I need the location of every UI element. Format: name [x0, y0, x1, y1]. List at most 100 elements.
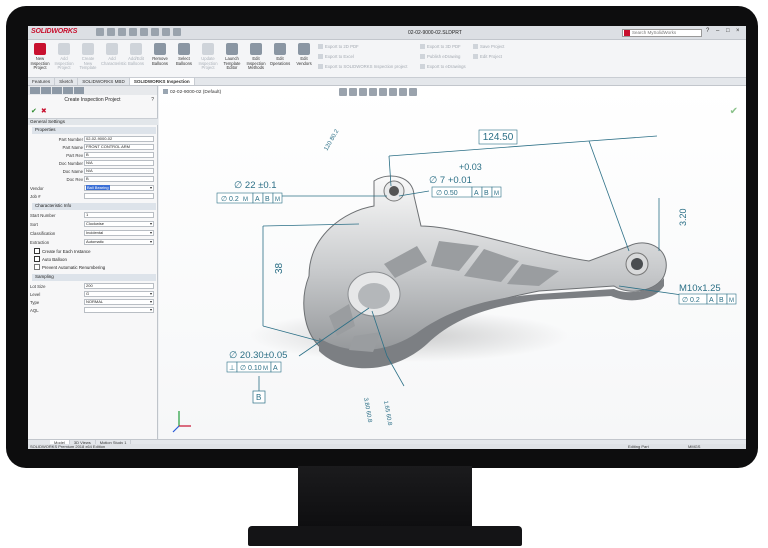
edit-vendors-button[interactable]: Edit Vendors: [293, 43, 315, 66]
part-number-input[interactable]: 02-02-9000-02: [84, 136, 154, 142]
chevron-down-icon: ▾: [149, 307, 152, 312]
part-rev-input[interactable]: B: [84, 152, 154, 158]
quick-access-toolbar: [96, 28, 181, 36]
field-job: Job #: [28, 193, 158, 200]
export-sw-inspection-button[interactable]: Export to SOLIDWORKS Inspection project: [318, 64, 407, 69]
general-settings-section[interactable]: General Settings: [28, 118, 158, 125]
export-excel-button[interactable]: Export to Excel: [318, 54, 354, 59]
dim-diameter-7: ∅ 7 +0.01: [429, 175, 472, 186]
add-edit-balloons-button[interactable]: Add/Edit Balloons: [125, 43, 147, 66]
svg-text:A: A: [255, 196, 260, 203]
auto-balloon-checkbox[interactable]: Auto Balloon: [34, 256, 67, 262]
vendor-select[interactable]: Ball Bearing ▾: [84, 185, 154, 191]
start-number-input[interactable]: 1: [84, 212, 154, 218]
edit-inspection-methods-button[interactable]: Edit Inspection Methods: [245, 43, 267, 71]
save-icon[interactable]: [129, 28, 137, 36]
options-icon[interactable]: [173, 28, 181, 36]
add-inspection-project-button[interactable]: Add Inspection Project: [53, 43, 75, 71]
part-name-input[interactable]: FRONT CONTROL ARM: [84, 144, 154, 150]
chevron-down-icon: ▾: [149, 239, 152, 244]
level-select[interactable]: G ▾: [84, 291, 154, 297]
export-edrawings-button[interactable]: Export to eDrawings: [420, 64, 466, 69]
status-units[interactable]: MMGS: [688, 444, 700, 449]
help-button[interactable]: ?: [706, 28, 709, 34]
export-3d-pdf-button[interactable]: Export to 3D PDF: [420, 44, 461, 49]
export-2d-pdf-button[interactable]: Export to 2D PDF: [318, 44, 359, 49]
field-part-rev: Part Rev B: [28, 152, 158, 159]
dim-tol-plus: +0.03: [459, 162, 482, 172]
svg-text:M: M: [729, 298, 734, 304]
new-inspection-project-button[interactable]: New Inspection Project: [29, 43, 51, 71]
classification-select[interactable]: Incidental ▾: [84, 230, 154, 236]
cancel-x-icon[interactable]: ✖: [41, 108, 47, 115]
property-manager-icon[interactable]: [41, 87, 51, 94]
config-manager-icon[interactable]: [52, 87, 62, 94]
field-lot-size: Lot Size 200: [28, 283, 158, 290]
svg-text:∅ 0.2: ∅ 0.2: [682, 297, 700, 304]
type-select[interactable]: NORMAL ▾: [84, 299, 154, 305]
launch-template-editor-button[interactable]: Launch Template Editor: [221, 43, 243, 71]
tab-inspection[interactable]: SOLIDWORKS Inspection: [129, 78, 195, 85]
update-inspection-project-button[interactable]: Update Inspection Project: [197, 43, 219, 71]
open-icon[interactable]: [107, 28, 115, 36]
sampling-group: Sampling: [32, 274, 156, 281]
close-button[interactable]: ×: [736, 28, 740, 34]
fcf-1: ∅ 0.2 M A B M: [216, 192, 283, 204]
lot-size-input[interactable]: 200: [84, 283, 154, 289]
command-tabs: Features Sketch SOLIDWORKS MBD SOLIDWORK…: [28, 78, 746, 86]
svg-text:∅ 0.10: ∅ 0.10: [240, 365, 262, 372]
monitor-stand-neck: [298, 466, 472, 528]
dim-diameter-22: ∅ 22 ±0.1: [234, 180, 277, 191]
aql-select[interactable]: ▾: [84, 307, 154, 313]
svg-text:M: M: [243, 197, 248, 203]
svg-text:B: B: [484, 190, 489, 197]
properties-group: Properties: [32, 127, 156, 134]
doc-rev-input[interactable]: B: [84, 176, 154, 182]
edit-project-button[interactable]: Edit Project: [473, 54, 502, 59]
tab-features[interactable]: Features: [28, 78, 56, 85]
create-each-instance-checkbox[interactable]: Create for Each Instance: [34, 248, 91, 254]
minimize-button[interactable]: –: [716, 28, 719, 34]
extraction-select[interactable]: Automatic ▾: [84, 239, 154, 245]
select-balloons-button[interactable]: Select Balloons: [173, 43, 195, 66]
select-icon[interactable]: [151, 28, 159, 36]
undo-icon[interactable]: [140, 28, 148, 36]
add-characteristic-button[interactable]: Add Characteristic: [101, 43, 127, 66]
tab-mbd[interactable]: SOLIDWORKS MBD: [78, 78, 130, 85]
chevron-down-icon: ▾: [149, 299, 152, 304]
help-icon[interactable]: ?: [151, 97, 154, 103]
svg-text:B: B: [719, 297, 724, 304]
sort-select[interactable]: Clockwise ▾: [84, 221, 154, 227]
field-doc-number: Doc Number N/A: [28, 160, 158, 167]
document-title: 02-02-9000-02.SLDPRT: [408, 30, 462, 36]
status-edition: SOLIDWORKS Premium 2018 x64 Edition: [30, 444, 106, 449]
rebuild-icon[interactable]: [162, 28, 170, 36]
remove-balloons-button[interactable]: Remove Balloons: [149, 43, 171, 66]
save-project-button[interactable]: Save Project: [473, 44, 504, 49]
publish-edrawing-button[interactable]: Publish eDrawing: [420, 54, 460, 59]
feature-tree-icon[interactable]: [30, 87, 40, 94]
svg-text:A: A: [474, 190, 479, 197]
prevent-renumber-checkbox[interactable]: Prevent Automatic Renumbering: [34, 264, 105, 270]
ribbon: New Inspection Project Add Inspection Pr…: [28, 40, 746, 78]
maximize-button[interactable]: □: [726, 28, 730, 34]
tab-sketch[interactable]: Sketch: [55, 78, 79, 85]
dim-124-50: 124.50: [483, 132, 514, 143]
chevron-down-icon: ▾: [149, 291, 152, 296]
job-input[interactable]: [84, 193, 154, 199]
dimxpert-icon[interactable]: [63, 87, 73, 94]
doc-name-input[interactable]: N/A: [84, 168, 154, 174]
search-input[interactable]: Search MySolidWorks: [622, 29, 702, 37]
graphics-viewport[interactable]: 02-02-9000-02 (Default) ✔ 124.50 ∅ 22 ±0…: [159, 86, 746, 439]
print-icon[interactable]: [118, 28, 126, 36]
create-new-template-button[interactable]: Create New Template: [77, 43, 99, 71]
new-icon[interactable]: [96, 28, 104, 36]
field-level: Level G ▾: [30, 291, 154, 297]
monitor-stand-base: [248, 526, 522, 546]
fcf-2: ∅ 0.50 A B M: [431, 186, 502, 198]
field-classification: Classification Incidental ▾: [30, 230, 154, 236]
ok-check-icon[interactable]: ✔: [31, 108, 37, 115]
edit-operations-button[interactable]: Edit Operations: [269, 43, 291, 66]
display-manager-icon[interactable]: [74, 87, 84, 94]
doc-number-input[interactable]: N/A: [84, 160, 154, 166]
